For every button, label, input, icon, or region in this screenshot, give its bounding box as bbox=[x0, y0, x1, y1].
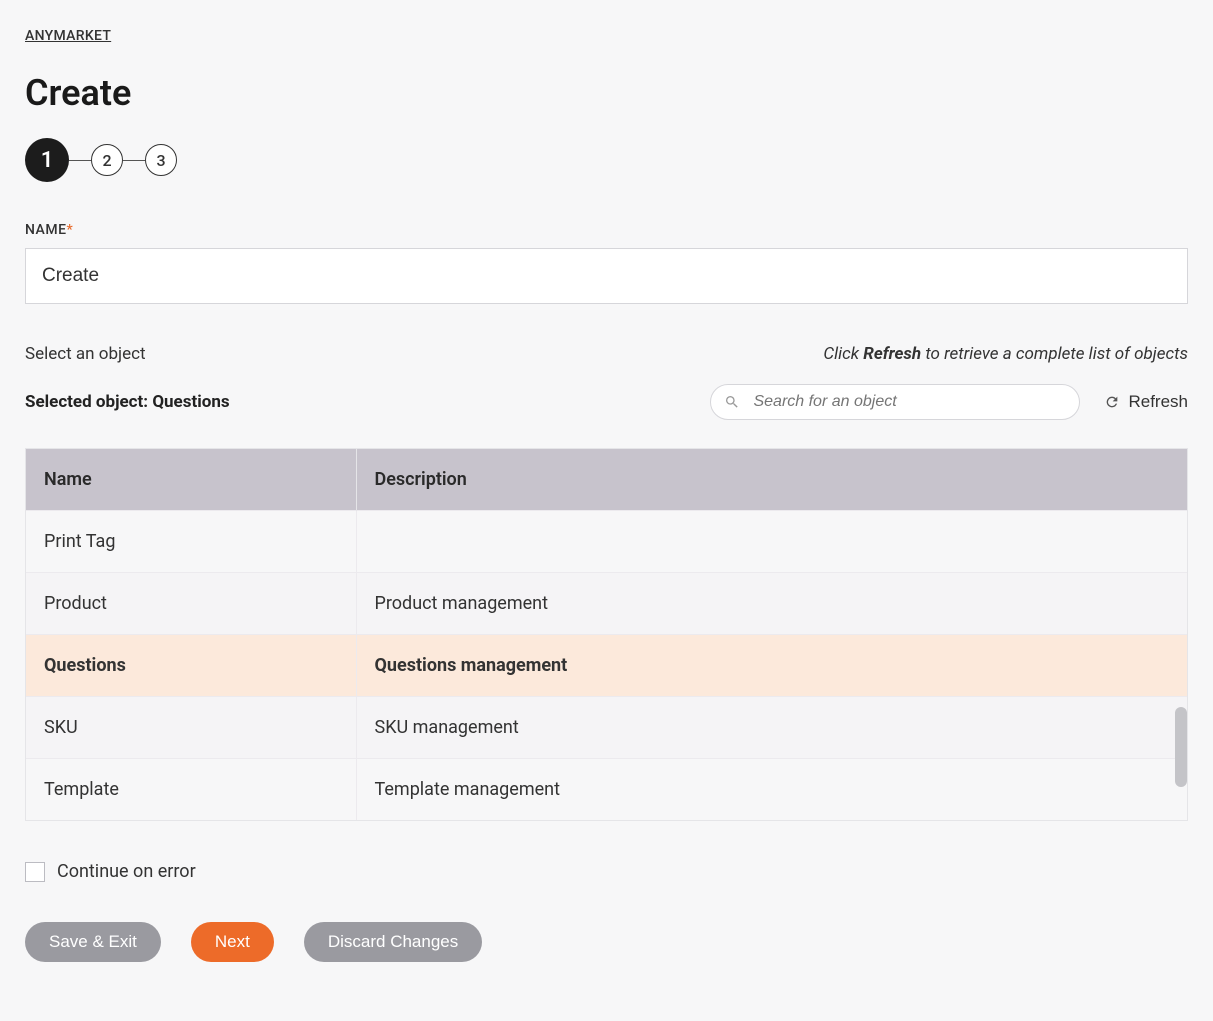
table-row-selected[interactable]: Questions Questions management bbox=[26, 635, 1187, 697]
cell-name: Product bbox=[26, 573, 356, 635]
breadcrumb[interactable]: ANYMARKET bbox=[25, 28, 111, 44]
col-description[interactable]: Description bbox=[356, 449, 1187, 511]
table-row[interactable]: Print Tag bbox=[26, 511, 1187, 573]
step-3[interactable]: 3 bbox=[145, 144, 177, 176]
next-button[interactable]: Next bbox=[191, 922, 274, 962]
select-object-hint: Select an object bbox=[25, 344, 146, 364]
discard-button[interactable]: Discard Changes bbox=[304, 922, 482, 962]
cell-description: SKU management bbox=[356, 697, 1187, 759]
refresh-icon bbox=[1104, 394, 1120, 410]
step-connector bbox=[123, 160, 145, 161]
refresh-button[interactable]: Refresh bbox=[1104, 392, 1188, 412]
refresh-hint: Click Refresh to retrieve a complete lis… bbox=[823, 344, 1188, 364]
cell-name: Print Tag bbox=[26, 511, 356, 573]
scrollbar[interactable] bbox=[1175, 707, 1187, 787]
table-row[interactable]: Product Product management bbox=[26, 573, 1187, 635]
object-table-wrap: Name Description Print Tag Product Produ… bbox=[25, 448, 1188, 821]
table-row[interactable]: SKU SKU management bbox=[26, 697, 1187, 759]
object-table: Name Description Print Tag Product Produ… bbox=[26, 449, 1187, 820]
col-name[interactable]: Name bbox=[26, 449, 356, 511]
step-connector bbox=[69, 160, 91, 161]
cell-description: Questions management bbox=[356, 635, 1187, 697]
save-exit-button[interactable]: Save & Exit bbox=[25, 922, 161, 962]
table-row[interactable]: Template Template management bbox=[26, 759, 1187, 821]
search-wrap bbox=[710, 384, 1080, 420]
search-icon bbox=[724, 394, 740, 410]
cell-name: Template bbox=[26, 759, 356, 821]
continue-on-error-label: Continue on error bbox=[57, 861, 196, 882]
page-title: Create bbox=[25, 72, 1188, 114]
cell-name: Questions bbox=[26, 635, 356, 697]
name-label: NAME* bbox=[25, 222, 1188, 238]
stepper: 1 2 3 bbox=[25, 138, 1188, 182]
cell-description: Template management bbox=[356, 759, 1187, 821]
step-1[interactable]: 1 bbox=[25, 138, 69, 182]
name-input[interactable] bbox=[25, 248, 1188, 304]
selected-object: Selected object: Questions bbox=[25, 392, 230, 412]
cell-description bbox=[356, 511, 1187, 573]
cell-description: Product management bbox=[356, 573, 1187, 635]
cell-name: SKU bbox=[26, 697, 356, 759]
action-bar: Save & Exit Next Discard Changes bbox=[25, 922, 1188, 962]
search-input[interactable] bbox=[710, 384, 1080, 420]
continue-on-error-checkbox[interactable] bbox=[25, 862, 45, 882]
step-2[interactable]: 2 bbox=[91, 144, 123, 176]
